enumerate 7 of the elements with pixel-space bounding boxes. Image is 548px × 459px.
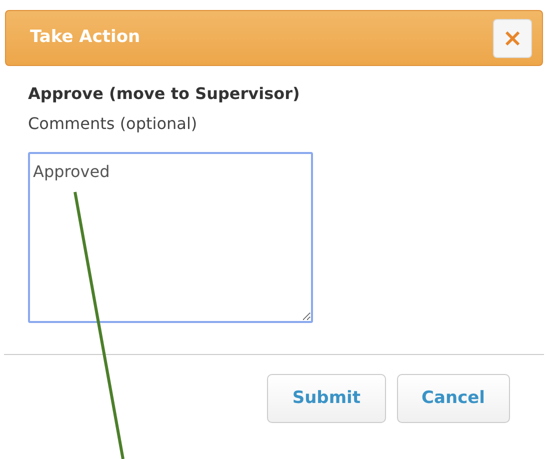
comments-label: Comments (optional) — [28, 113, 198, 135]
submit-button[interactable]: Submit — [267, 374, 386, 423]
comments-field[interactable]: Approved — [28, 152, 313, 323]
cancel-button[interactable]: Cancel — [396, 374, 510, 423]
action-label: Approve (move to Supervisor) — [28, 83, 301, 105]
close-button[interactable]: × — [493, 18, 532, 58]
dialog-title: Take Action — [30, 26, 140, 50]
